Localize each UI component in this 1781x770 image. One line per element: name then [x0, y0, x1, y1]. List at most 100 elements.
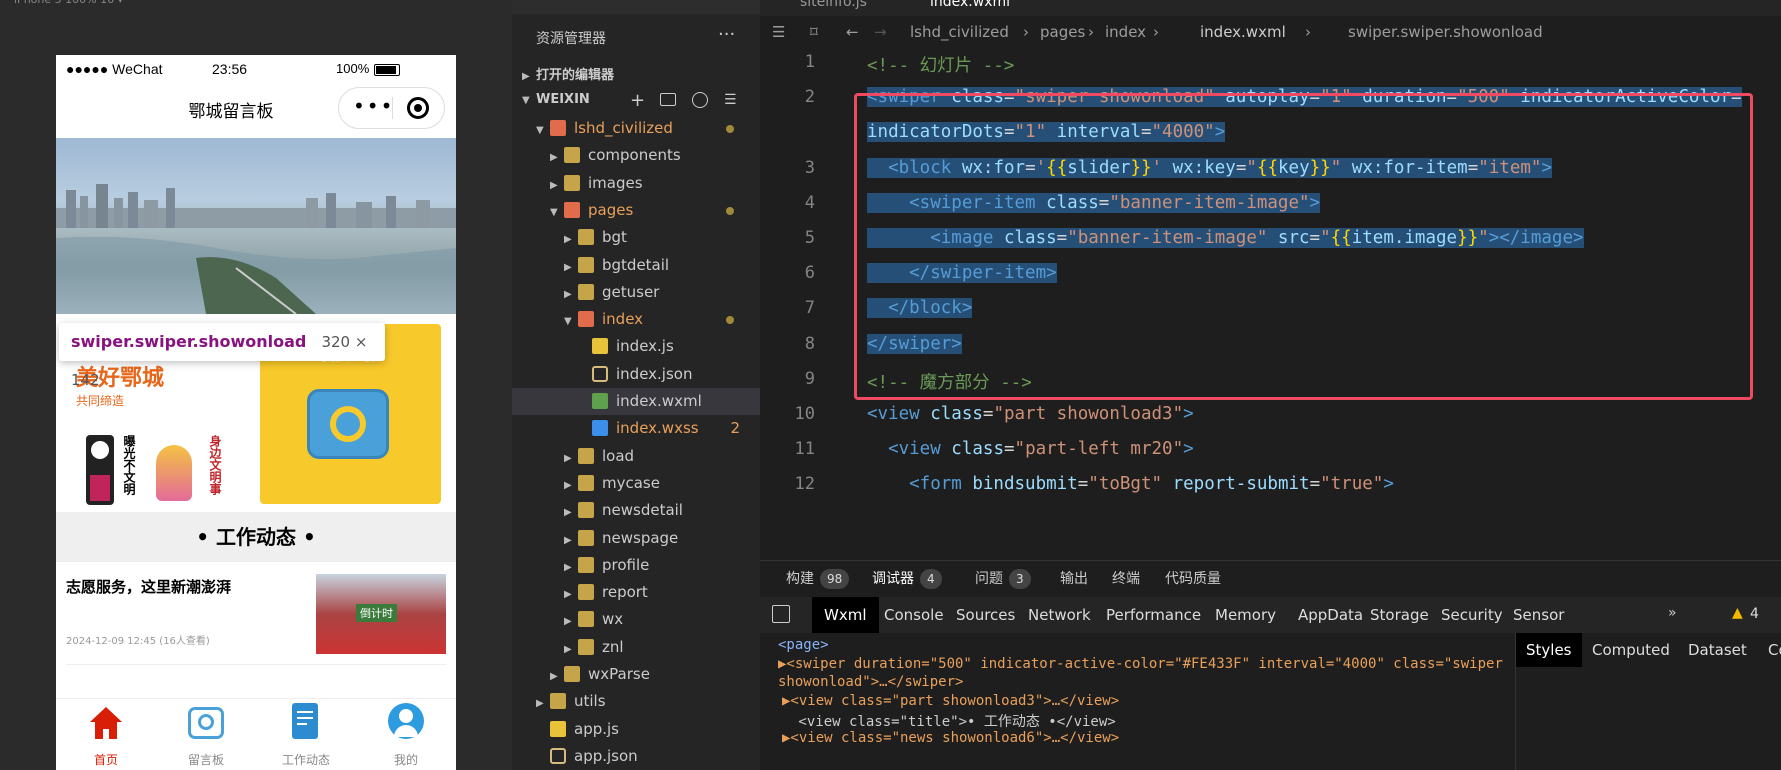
- tree-item-lshd_civilized[interactable]: ▼ lshd_civilized: [512, 115, 760, 142]
- panel-tab-4[interactable]: 终端: [1112, 561, 1140, 597]
- tab-mine-label: 我的: [393, 753, 418, 767]
- styles-tab-cor[interactable]: Cor: [1758, 633, 1781, 667]
- tree-item-bgtdetail[interactable]: ▶ bgtdetail: [512, 252, 760, 279]
- more-tabs-icon[interactable]: »: [1668, 605, 1677, 621]
- chevron-right-icon[interactable]: ▶: [536, 690, 550, 717]
- panel-tab-1[interactable]: 调试器 4: [872, 561, 942, 597]
- chevron-right-icon[interactable]: ▶: [550, 144, 564, 171]
- tree-item-wxParse[interactable]: ▶ wxParse: [512, 661, 760, 688]
- tree-item-profile[interactable]: ▶ profile: [512, 552, 760, 579]
- chevron-down-icon[interactable]: ▼: [536, 117, 550, 144]
- chevron-down-icon[interactable]: ▼: [550, 199, 564, 226]
- devtools-tab-network[interactable]: Network: [1016, 597, 1103, 633]
- bookmark-icon[interactable]: ⌑: [810, 16, 818, 48]
- devtools-tab-wxml[interactable]: Wxml: [812, 597, 879, 633]
- tree-item-getuser[interactable]: ▶ getuser: [512, 279, 760, 306]
- swiper-banner[interactable]: [56, 138, 456, 314]
- dom-line: ▶<view class="news showonload6">…</view>: [782, 729, 1120, 746]
- tab-home[interactable]: 首页: [56, 699, 156, 770]
- chevron-right-icon[interactable]: ▶: [564, 281, 578, 308]
- crumb-root[interactable]: lshd_civilized: [910, 16, 1009, 48]
- tree-item-images[interactable]: ▶ images: [512, 170, 760, 197]
- tree-item-wx[interactable]: ▶ wx: [512, 606, 760, 633]
- chevron-right-icon[interactable]: ▶: [564, 499, 578, 526]
- tree-item-pages[interactable]: ▼ pages: [512, 197, 760, 224]
- more-actions-icon[interactable]: ···: [718, 24, 735, 45]
- crumb-pages[interactable]: pages: [1040, 16, 1085, 48]
- tree-item-index-json[interactable]: index.json: [512, 361, 760, 388]
- more-icon[interactable]: •••: [353, 94, 394, 118]
- folder-icon: [578, 611, 594, 628]
- wxss-file-icon: [592, 420, 608, 437]
- styles-tab-computed[interactable]: Computed: [1582, 633, 1680, 667]
- chevron-right-icon[interactable]: ▶: [550, 172, 564, 199]
- list-icon[interactable]: ☰: [772, 16, 785, 48]
- devtools-tab-sources[interactable]: Sources: [944, 597, 1027, 633]
- devtools-tab-console[interactable]: Console: [872, 597, 956, 633]
- tree-item-mycase[interactable]: ▶ mycase: [512, 470, 760, 497]
- devtools-tab-performance[interactable]: Performance: [1094, 597, 1213, 633]
- tree-item-index-wxml[interactable]: index.wxml: [512, 388, 760, 415]
- tree-item-utils[interactable]: ▶ utils: [512, 688, 760, 715]
- chevron-right-icon[interactable]: ▶: [564, 254, 578, 281]
- capsule-menu[interactable]: •••: [338, 87, 445, 129]
- crumb-symbol[interactable]: swiper.swiper.showonload: [1348, 16, 1543, 48]
- tree-item-newsdetail[interactable]: ▶ newsdetail: [512, 497, 760, 524]
- tree-item-load[interactable]: ▶ load: [512, 443, 760, 470]
- tab-news[interactable]: 工作动态: [256, 699, 356, 770]
- new-folder-icon[interactable]: [660, 93, 676, 106]
- tree-item-newspage[interactable]: ▶ newspage: [512, 525, 760, 552]
- crumb-file[interactable]: index.wxml: [1200, 16, 1286, 48]
- tree-item-index-wxss[interactable]: index.wxss 2: [512, 415, 760, 442]
- back-icon[interactable]: ←: [846, 16, 859, 48]
- chevron-down-icon[interactable]: ▼: [564, 308, 578, 335]
- tab-board[interactable]: 留言板: [156, 699, 256, 770]
- new-file-icon[interactable]: +: [630, 90, 645, 111]
- panel-tab-2[interactable]: 问题 3: [975, 561, 1031, 597]
- tree-item-app-js[interactable]: app.js: [512, 716, 760, 743]
- tab-index-wxml[interactable]: index.wxml: [930, 0, 1010, 10]
- chevron-right-icon[interactable]: ▶: [564, 608, 578, 635]
- warning-icon[interactable]: ▲: [1732, 605, 1743, 621]
- forward-icon[interactable]: →: [874, 16, 887, 48]
- devtools-tab-sensor[interactable]: Sensor: [1501, 597, 1576, 633]
- chevron-right-icon[interactable]: ▶: [550, 663, 564, 690]
- tree-item-index[interactable]: ▼ index: [512, 306, 760, 333]
- tree-label: pages: [588, 200, 634, 219]
- close-miniapp-icon[interactable]: [407, 97, 429, 119]
- tree-item-bgt[interactable]: ▶ bgt: [512, 224, 760, 251]
- styles-tab-styles[interactable]: Styles: [1516, 633, 1582, 667]
- news-item[interactable]: 志愿服务，这里新潮澎湃 2024-12-09 12:45 (16人查看) 倒计时: [56, 562, 456, 682]
- panel-tab-5[interactable]: 代码质量: [1165, 561, 1221, 597]
- tree-item-index-js[interactable]: index.js: [512, 333, 760, 360]
- workspace-header[interactable]: ▼ WEIXIN: [522, 92, 590, 107]
- styles-pane: StylesComputedDatasetCor: [1515, 633, 1781, 770]
- collapse-all-icon[interactable]: ☰: [724, 92, 737, 108]
- chevron-right-icon[interactable]: ▶: [564, 554, 578, 581]
- chevron-right-icon[interactable]: ▶: [564, 527, 578, 554]
- chevron-right-icon[interactable]: ▶: [564, 445, 578, 472]
- tree-item-components[interactable]: ▶ components: [512, 142, 760, 169]
- chevron-right-icon[interactable]: ▶: [564, 472, 578, 499]
- tab-mine[interactable]: 我的: [356, 699, 456, 770]
- open-editors-header[interactable]: ▶ 打开的编辑器: [522, 64, 614, 83]
- tab-siteinfo[interactable]: siteinfo.js: [800, 0, 867, 10]
- crumb-index[interactable]: index: [1105, 16, 1146, 48]
- tree-item-report[interactable]: ▶ report: [512, 579, 760, 606]
- panel-tab-0[interactable]: 构建 98: [786, 561, 850, 597]
- wxml-dom-tree[interactable]: <page> ▶<swiper duration="500" indicator-…: [760, 633, 1515, 770]
- tree-item-znl[interactable]: ▶ znl: [512, 634, 760, 661]
- simulator-device-label[interactable]: iPhone 5 100% 16 ▾: [0, 0, 512, 10]
- chevron-right-icon[interactable]: ▶: [564, 226, 578, 253]
- code-token: >: [1183, 439, 1194, 460]
- panel-tab-3[interactable]: 输出: [1060, 561, 1088, 597]
- inspect-icon[interactable]: [772, 605, 790, 623]
- chevron-right-icon[interactable]: ▶: [564, 581, 578, 608]
- activity-bar: [512, 0, 760, 14]
- tree-item-app-json[interactable]: app.json: [512, 743, 760, 770]
- devtools-tab-memory[interactable]: Memory: [1203, 597, 1288, 633]
- refresh-icon[interactable]: [692, 92, 708, 108]
- chevron-right-icon[interactable]: ▶: [564, 636, 578, 663]
- styles-tab-dataset[interactable]: Dataset: [1678, 633, 1757, 667]
- tree-label: newspage: [602, 528, 679, 547]
